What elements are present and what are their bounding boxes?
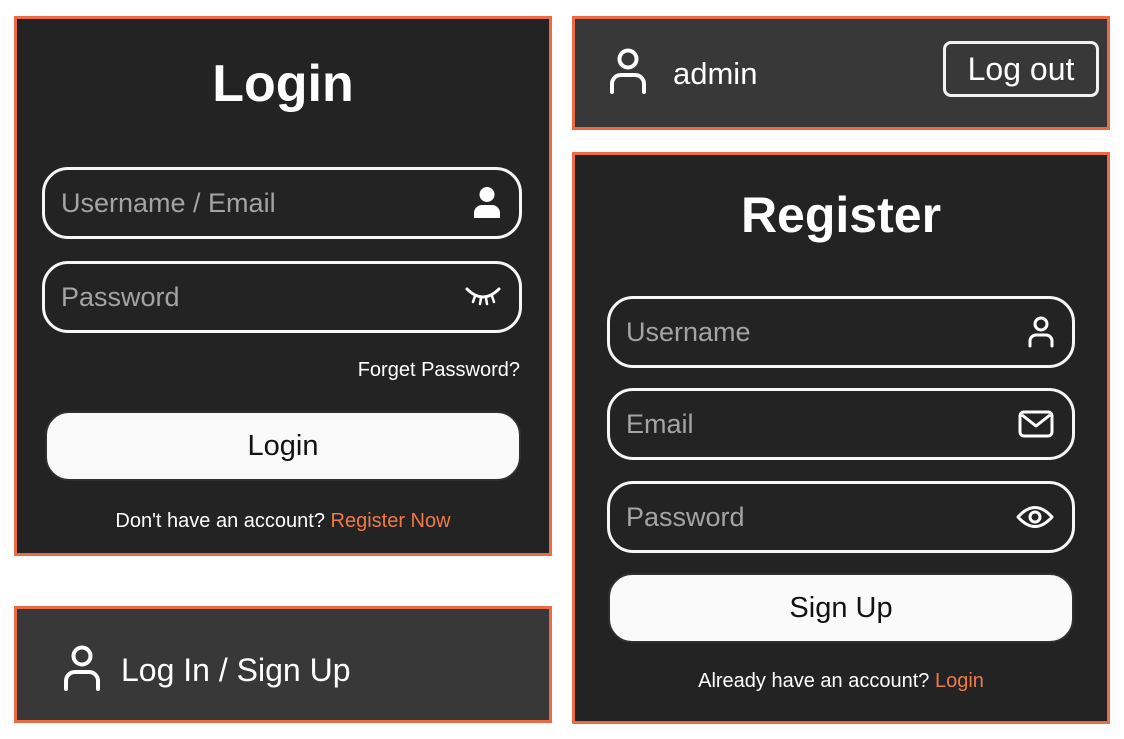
login-button[interactable]: Login [45,411,521,481]
username-field[interactable] [607,296,1075,368]
register-title: Register [740,187,942,243]
user-icon [63,645,101,696]
username-email-input[interactable] [61,170,455,236]
forgot-password-link[interactable]: Forget Password? [358,359,520,382]
email-field[interactable] [607,388,1075,460]
sign-up-button[interactable]: Sign Up [608,573,1074,643]
login-signup-entry[interactable]: Log In / Sign Up [63,645,350,696]
password-input[interactable] [626,484,1008,550]
register-prompt: Don't have an account? Register Now [17,510,549,533]
eye-open-icon[interactable] [1016,504,1054,530]
username-label: admin [673,55,758,91]
eye-closed-icon[interactable] [465,286,501,308]
login-prompt-text: Already have an account? [698,670,930,692]
login-link[interactable]: Login [935,670,984,692]
username-email-field[interactable] [42,167,522,239]
login-signup-label[interactable]: Log In / Sign Up [121,652,350,689]
login-prompt: Already have an account? Login [575,670,1107,693]
username-input[interactable] [626,299,1008,365]
register-now-link[interactable]: Register Now [331,510,451,532]
logout-button[interactable]: Log out [943,41,1099,97]
current-user: admin [609,48,757,99]
mail-icon [1018,410,1054,438]
login-signup-bar: Log In / Sign Up [14,606,552,723]
password-field[interactable] [42,261,522,333]
user-bar: admin Log out [572,16,1110,130]
email-input[interactable] [626,391,1008,457]
login-title: Login [212,55,354,113]
password-input[interactable] [61,264,455,330]
user-solid-icon [473,186,501,220]
login-panel: Login Forget Password? Login Don't have … [14,16,552,556]
register-prompt-text: Don't have an account? [115,510,325,532]
user-icon [609,48,647,99]
user-icon [1028,316,1054,348]
register-panel: Register Sign Up Already ha [572,152,1110,724]
password-field[interactable] [607,481,1075,553]
